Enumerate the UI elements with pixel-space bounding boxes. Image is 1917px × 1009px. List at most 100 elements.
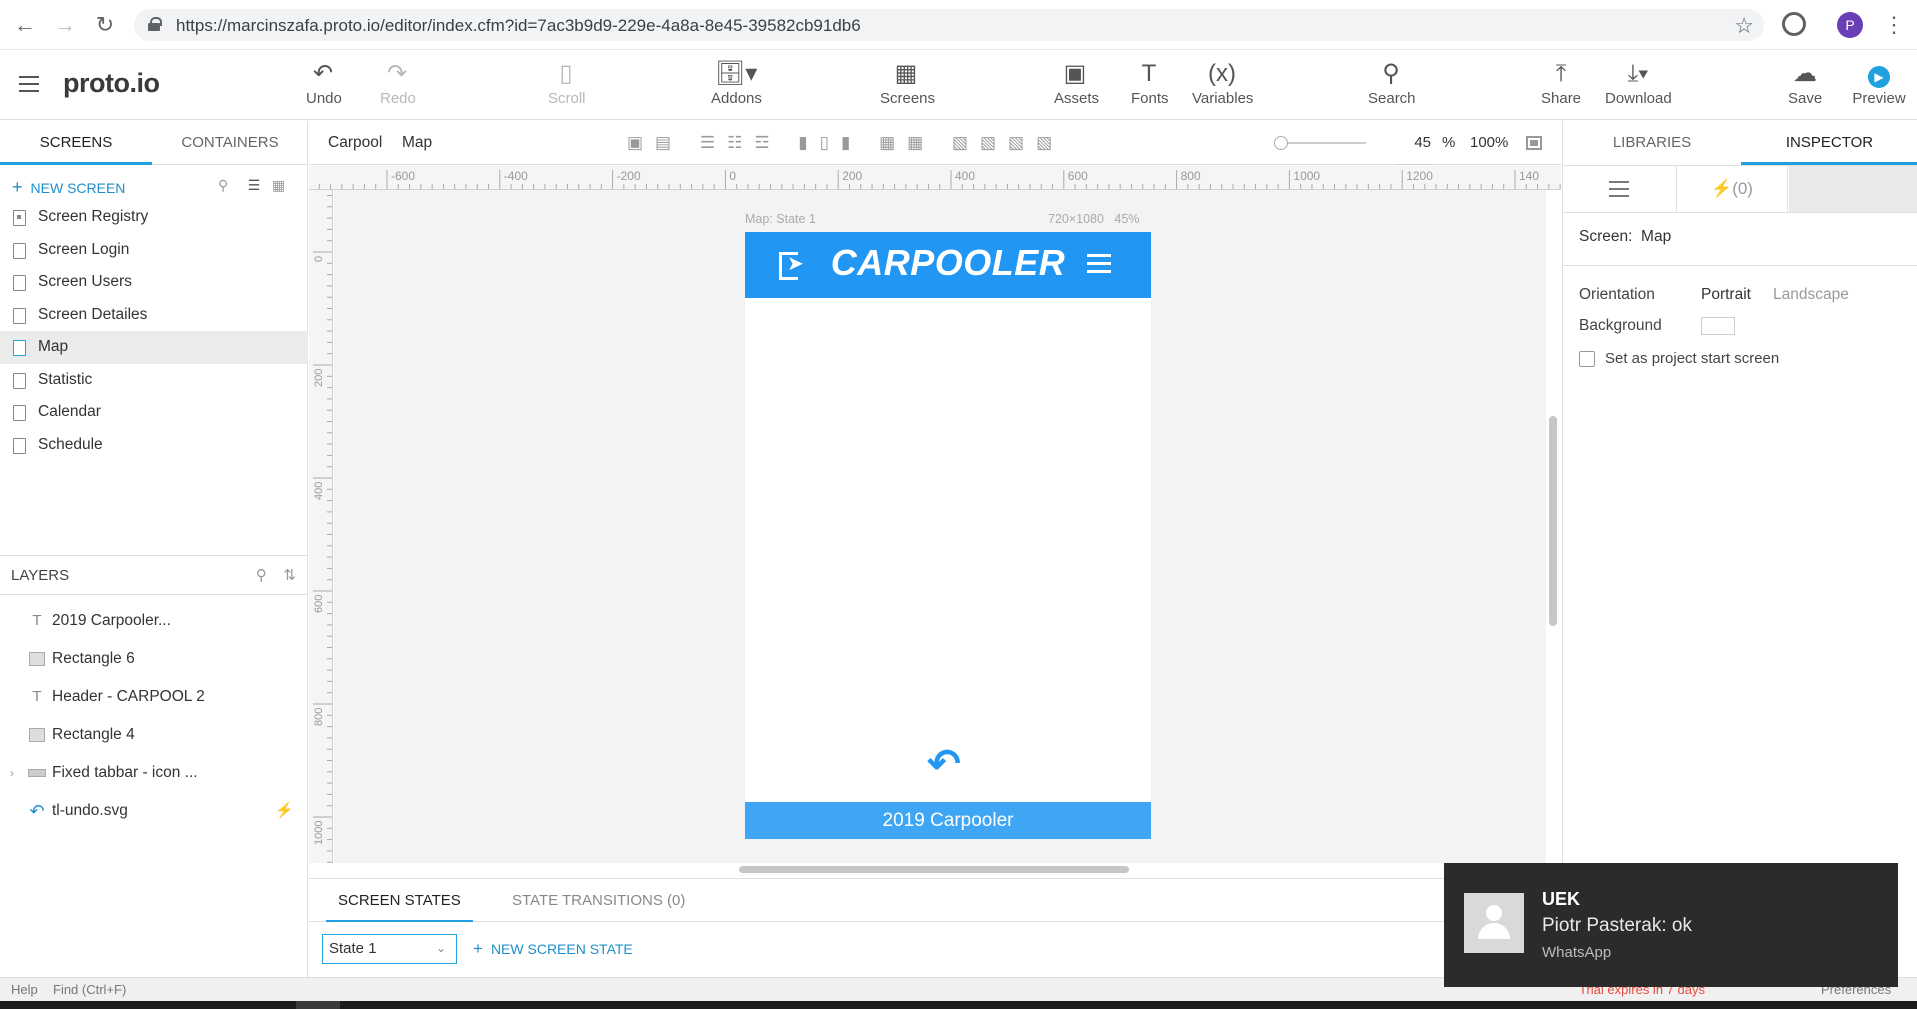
interactions-tab[interactable]: ⚡(0) [1676,166,1788,212]
tab-screen-states[interactable]: SCREEN STATES [326,879,473,923]
left-tabs: SCREENS CONTAINERS [0,121,308,165]
menu-icon[interactable] [1087,254,1111,274]
state-select[interactable]: State 1 ⌄ [322,934,457,964]
screen-item-map[interactable]: Map [0,331,308,364]
screen-item-statistic[interactable]: Statistic [0,364,308,397]
horizontal-scrollbar[interactable] [739,866,1129,873]
breadcrumb-project[interactable]: Carpool [328,121,382,165]
undo-button[interactable]: ↶ Undo [306,60,342,107]
reload-icon[interactable]: ↻ [92,12,118,38]
rectangle-icon [28,716,46,754]
find-link[interactable]: Find (Ctrl+F) [53,982,126,997]
share-label: Share [1541,90,1582,107]
device-header[interactable]: CARPOOLER [745,232,1151,298]
layer-item[interactable]: Rectangle 6 [0,640,308,678]
tab-libraries[interactable]: LIBRARIES [1563,121,1741,165]
variables-button[interactable]: (x) Variables [1192,60,1253,107]
layer-label: Fixed tabbar - icon ... [52,764,198,781]
layers-header: LAYERS ⚲ ⇅ [0,555,308,595]
new-screen-button[interactable]: + NEW SCREEN [12,177,125,198]
device-screen[interactable]: CARPOOLER ↶ 2019 Carpooler [745,232,1151,839]
browser-menu-icon[interactable]: ⋮ [1883,12,1905,38]
divider [1563,265,1917,266]
screen-list: Screen Registry Screen Login Screen User… [0,201,308,461]
zoom-slider-knob[interactable] [1274,136,1288,150]
layer-item[interactable]: ↶ tl-undo.svg ⚡ [0,792,308,830]
fonts-button[interactable]: T Fonts [1131,60,1169,107]
layers-title: LAYERS [11,567,70,584]
search-icon[interactable]: ⚲ [256,567,267,584]
screen-name-value[interactable]: Map [1641,228,1671,245]
grid-view-icon[interactable]: ▦ [272,177,285,193]
redo-button[interactable]: ↷ Redo [380,60,416,107]
tab-screens[interactable]: SCREENS [0,121,152,165]
help-link[interactable]: Help [11,982,38,997]
zoom-input[interactable]: 45 [1397,121,1431,165]
ruler-label: 800 [1181,169,1201,183]
search-icon[interactable]: ⚲ [218,177,228,193]
list-view-icon[interactable]: ☰ [248,177,261,193]
align-tools[interactable]: ▣▤ ☰☷☲ ▮▯▮ ▦▦ ▧▧▧▧ [627,133,1064,153]
download-button[interactable]: ⤓▾ Download [1605,60,1672,107]
share-button[interactable]: ⤒ Share [1541,60,1581,107]
assets-button[interactable]: ▣ Assets [1054,60,1099,107]
background-color-swatch[interactable] [1701,317,1735,335]
screen-item-users[interactable]: Screen Users [0,266,308,299]
zoom-slider[interactable] [1274,136,1366,150]
device-footer[interactable]: 2019 Carpooler [745,802,1151,839]
layer-item[interactable]: Rectangle 4 [0,716,308,754]
tab-containers[interactable]: CONTAINERS [152,121,308,165]
scroll-button[interactable]: ▯ Scroll [548,60,586,107]
plus-icon: + [12,177,23,197]
vertical-scrollbar[interactable] [1549,416,1557,626]
chevron-right-icon[interactable]: › [10,754,14,792]
properties-tab[interactable] [1563,166,1676,212]
undo-label: Undo [306,90,342,107]
main-menu-icon[interactable] [19,76,39,92]
layer-item[interactable]: › Fixed tabbar - icon ... [0,754,308,792]
layer-item[interactable]: T 2019 Carpooler... [0,602,308,640]
text-t-icon: T [1141,60,1157,87]
fit-screen-icon[interactable] [1526,136,1542,150]
screen-item-detailes[interactable]: Screen Detailes [0,299,308,332]
start-screen-checkbox[interactable] [1579,351,1595,367]
tab-inspector[interactable]: INSPECTOR [1741,121,1917,165]
screen-item-label: Schedule [38,435,103,453]
orientation-portrait[interactable]: Portrait [1701,286,1751,304]
bookmark-star-icon[interactable]: ☆ [1734,13,1754,39]
screens-button[interactable]: ▦ Screens [880,60,936,107]
address-bar[interactable]: https://marcinszafa.proto.io/editor/inde… [134,9,1764,41]
addons-button[interactable]: 🗄▾ Addons [711,60,762,107]
url-text[interactable]: https://marcinszafa.proto.io/editor/inde… [176,16,861,36]
screen-item-schedule[interactable]: Schedule [0,429,308,462]
toast-message: Piotr Pasterak: ok [1542,915,1692,936]
app-logo: proto.io [63,68,160,98]
zoom-unit: % [1442,134,1456,151]
tab-state-transitions[interactable]: STATE TRANSITIONS (0) [512,879,685,923]
screen-item-registry[interactable]: Screen Registry [0,201,308,234]
ruler-label: -400 [504,169,528,183]
orientation-landscape[interactable]: Landscape [1773,286,1849,304]
extension-icon[interactable] [1782,12,1806,36]
screen-item-calendar[interactable]: Calendar [0,396,308,429]
forward-icon[interactable]: → [52,12,78,38]
layer-item[interactable]: T Header - CARPOOL 2 [0,678,308,716]
screens-label: Screens [880,90,936,107]
new-screen-state-button[interactable]: + NEW SCREEN STATE [473,934,633,964]
sort-icon[interactable]: ⇅ [283,567,296,584]
ruler-label: 400 [313,482,325,500]
preview-button[interactable]: ▶ Preview [1852,60,1906,107]
save-button[interactable]: ☁ Save [1788,60,1822,107]
addons-icon: 🗄▾ [714,60,758,87]
zoom-100-button[interactable]: 100% [1470,121,1508,165]
notification-toast[interactable]: UEK Piotr Pasterak: ok WhatsApp [1444,863,1898,987]
undo-icon[interactable]: ↶ [921,744,967,784]
screen-item-login[interactable]: Screen Login [0,234,308,267]
back-icon[interactable]: ← [12,12,38,38]
orientation-label: Orientation [1579,286,1655,303]
profile-avatar[interactable]: P [1837,12,1863,38]
breadcrumb-screen[interactable]: Map [402,121,432,165]
rectangle-icon [28,640,46,678]
search-button[interactable]: ⚲ Search [1368,60,1416,107]
layer-label: tl-undo.svg [52,802,128,819]
